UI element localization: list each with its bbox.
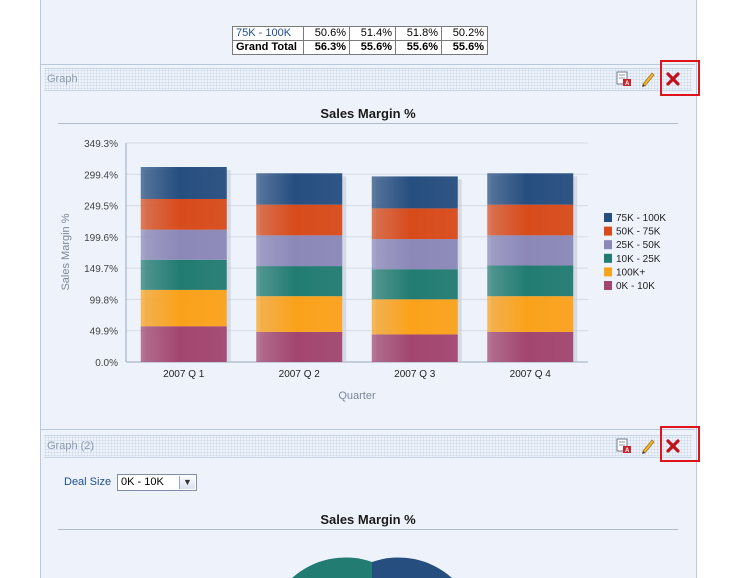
pie-chart-partial — [292, 557, 452, 578]
pie-slice — [372, 557, 452, 578]
pie-slice — [292, 557, 372, 578]
